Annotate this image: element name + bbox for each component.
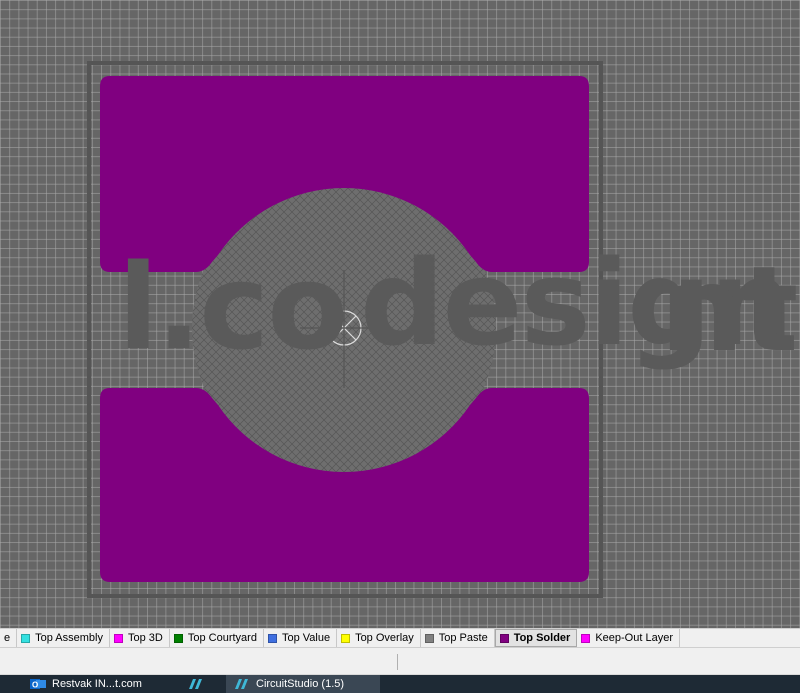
taskbar-item-outlook[interactable]: O Restvak IN...t.com — [30, 675, 142, 693]
top-3d-swatch-icon — [114, 633, 123, 643]
tab-top-courtyard[interactable]: Top Courtyard — [170, 629, 264, 647]
tab-top-3d[interactable]: Top 3D — [110, 629, 170, 647]
overlay-text-1: l.co — [118, 238, 348, 376]
taskbar-item-circuitstudio[interactable]: CircuitStudio (1.5) — [226, 675, 380, 693]
top-paste-swatch-icon — [424, 633, 434, 643]
tab-top-paste[interactable]: Top Paste — [421, 629, 495, 647]
top-value-swatch-icon — [267, 633, 277, 643]
status-bar — [0, 648, 800, 675]
pcb-canvas[interactable]: l.co design nt — [0, 0, 800, 628]
outlook-icon: O — [30, 679, 46, 690]
top-assembly-swatch-icon — [21, 633, 31, 643]
top-overlay-swatch-icon — [341, 633, 351, 643]
svg-text:O: O — [32, 681, 38, 690]
tab-keep-out-layer[interactable]: Keep-Out Layer — [577, 629, 680, 647]
keep-out-layer-swatch-icon — [581, 633, 591, 643]
tab-top-overlay[interactable]: Top Overlay — [337, 629, 421, 647]
tab-top-value[interactable]: Top Value — [264, 629, 338, 647]
tab-top-assembly[interactable]: Top Assembly — [17, 629, 110, 647]
status-divider — [397, 654, 398, 670]
circuitstudio-icon — [189, 679, 202, 689]
circuitstudio-icon — [235, 679, 248, 689]
tab-top-solder[interactable]: Top Solder — [494, 629, 578, 647]
tab-partial[interactable]: e — [0, 629, 18, 647]
top-courtyard-swatch-icon — [173, 633, 183, 643]
taskbar-item-circuitstudio-pinned[interactable] — [188, 675, 210, 693]
layer-tabs-bar: e Top Assembly Top 3D Top Courtyard Top … — [0, 628, 800, 648]
top-solder-swatch-icon — [499, 633, 509, 643]
windows-taskbar: O Restvak IN...t.com CircuitStudio (1.5) — [0, 675, 800, 693]
overlay-text-3: nt — [660, 240, 798, 378]
